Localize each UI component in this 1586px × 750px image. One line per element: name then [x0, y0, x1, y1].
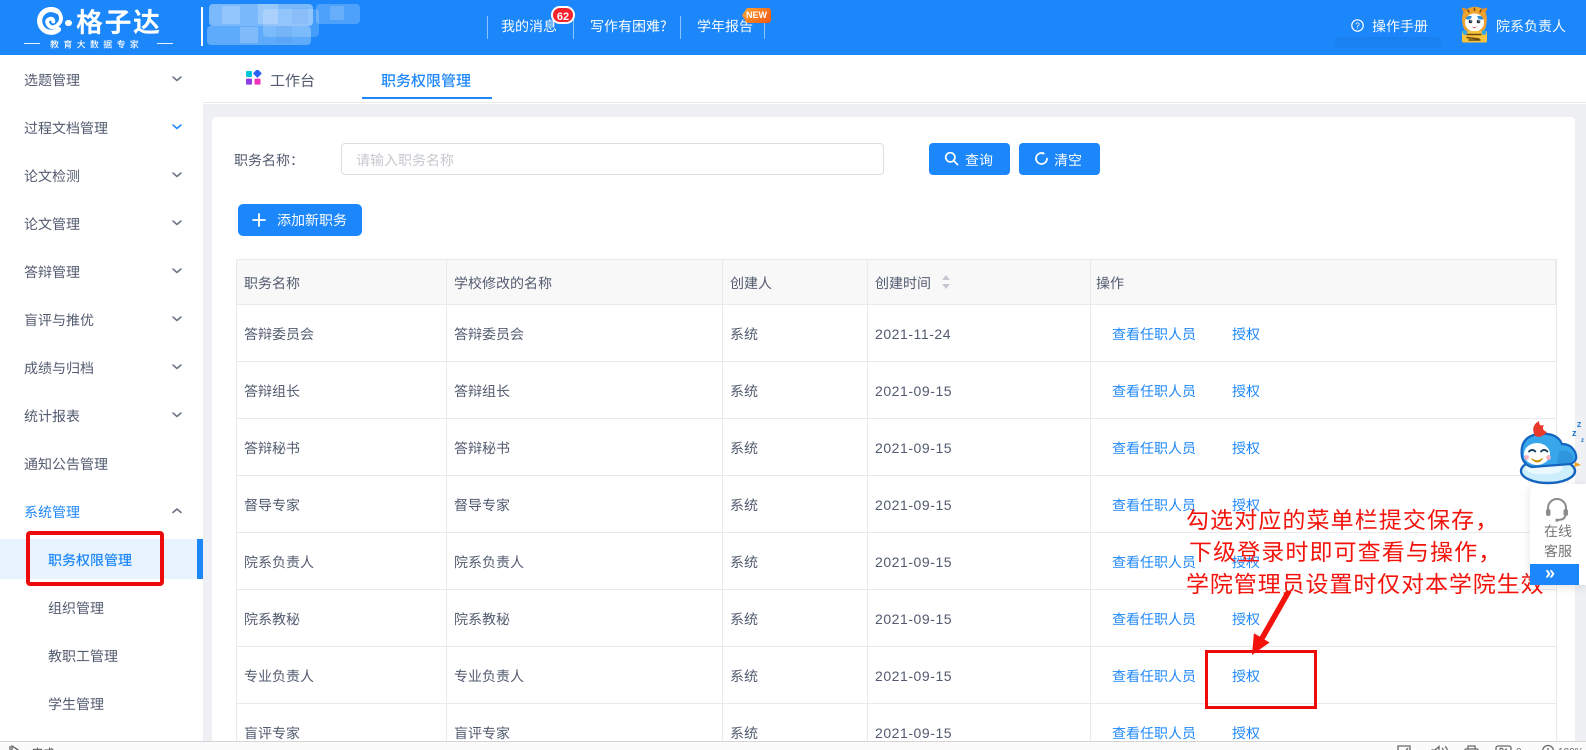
svg-text:Z: Z	[1577, 422, 1582, 429]
svg-text:z: z	[1572, 428, 1577, 438]
svg-text:z: z	[1581, 438, 1584, 444]
svg-text:?: ?	[1355, 21, 1360, 31]
